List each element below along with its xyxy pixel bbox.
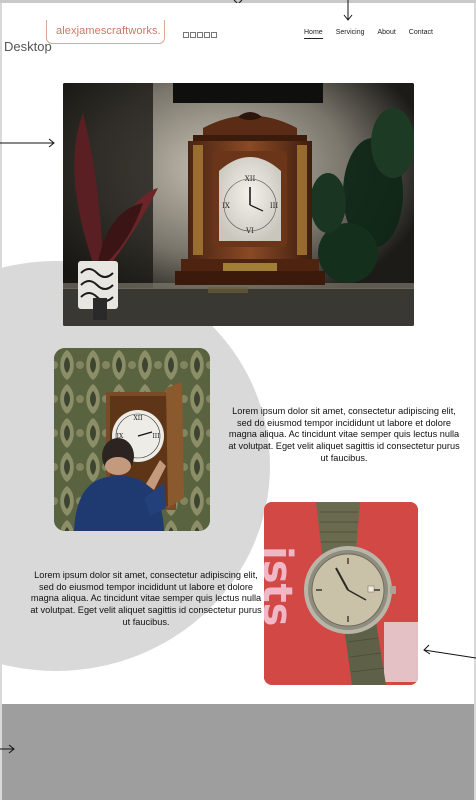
svg-text:XII: XII xyxy=(133,415,143,422)
nav-contact[interactable]: Contact xyxy=(409,29,433,39)
logo-text: alexjamescraftworks. xyxy=(56,25,161,37)
svg-text:ists: ists xyxy=(264,546,300,626)
nav-home[interactable]: Home xyxy=(304,29,323,39)
hero-clock-image: XII VI IX III xyxy=(63,83,414,326)
footer xyxy=(2,704,474,800)
arrow-left-icon xyxy=(423,644,476,659)
logo-squares-icon xyxy=(183,32,217,38)
nav-about[interactable]: About xyxy=(377,29,395,39)
svg-text:IX: IX xyxy=(222,202,230,210)
arrow-right-icon xyxy=(0,744,15,754)
svg-text:III: III xyxy=(152,433,160,440)
desktop-frame: Desktop alexjamescraftworks. Home Servic… xyxy=(2,3,474,800)
clockmaker-image: XII III IX xyxy=(54,348,210,531)
section-1-text: Lorem ipsum dolor sit amet, consectetur … xyxy=(228,406,460,463)
nav-servicing[interactable]: Servicing xyxy=(336,29,365,39)
main-nav: Home Servicing About Contact xyxy=(304,29,446,39)
frame-label: Desktop xyxy=(4,39,52,54)
arrow-right-icon xyxy=(0,138,55,148)
svg-text:III: III xyxy=(270,202,279,210)
section-2-text: Lorem ipsum dolor sit amet, consectetur … xyxy=(30,570,262,627)
logo[interactable]: alexjamescraftworks. xyxy=(46,20,217,44)
wristwatch-image: ists xyxy=(264,502,418,685)
arrow-down-icon xyxy=(343,0,353,21)
